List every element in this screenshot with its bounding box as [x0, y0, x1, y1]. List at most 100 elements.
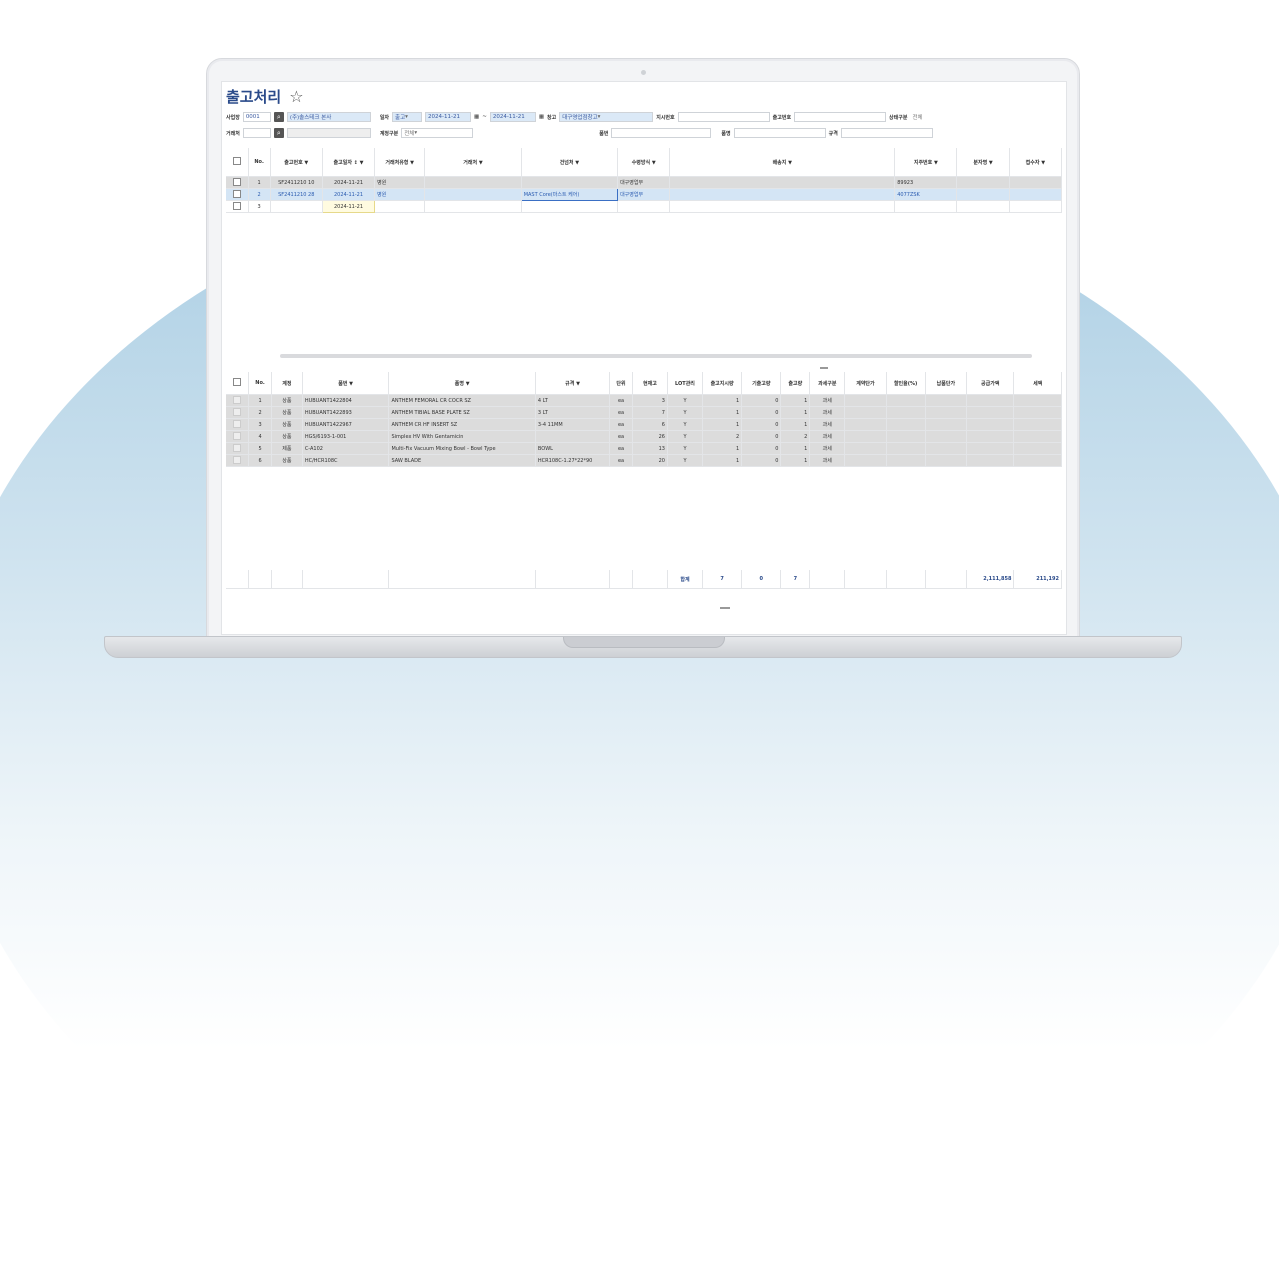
col-header[interactable]: LOT관리 — [667, 372, 704, 395]
search-icon[interactable]: ⌕ — [273, 112, 284, 122]
outbound-header-grid: No. 출고번호 ▼ 출고일자 ↕ ▼ 거래처유형 ▼ 거래처 ▼ 건넘처 ▼ … — [226, 148, 1063, 213]
cell-lot: Y — [667, 430, 704, 443]
table-row[interactable]: 2 상품 HUBUANT1422893 ANTHEM TIBIAL BASE PLAT… — [226, 406, 1062, 419]
row-checkbox[interactable] — [226, 176, 249, 189]
col-header[interactable]: 계정 — [271, 372, 303, 395]
row-checkbox[interactable] — [226, 454, 250, 467]
table-row[interactable]: 1 SF2411210 10 2024-11-21 병원 대구영업부 89923 — [226, 176, 1063, 189]
col-header[interactable]: 출고지시량 — [702, 372, 743, 395]
spec-input[interactable] — [840, 128, 933, 138]
cell-unit: ea — [609, 394, 633, 407]
col-header[interactable]: 거래처유형 ▼ — [374, 148, 426, 177]
col-header[interactable]: 현재고 — [632, 372, 668, 395]
select-all-checkbox[interactable] — [226, 148, 249, 177]
col-header[interactable]: 배송지 ▼ — [669, 148, 896, 177]
col-header[interactable]: 지주번호 ▼ — [894, 148, 958, 177]
col-header[interactable]: 계약단가 — [844, 372, 887, 395]
col-header[interactable]: 접수자 ▼ — [1009, 148, 1063, 177]
cell-spec: HCR108C-1.27*22*90 — [535, 454, 611, 467]
table-row[interactable]: 3 2024-11-21 — [226, 200, 1063, 213]
col-header[interactable]: 과세구분 — [809, 372, 846, 395]
filter-panel: 사업장 0001 ⌕ (주)솔스테크 본사 일자 출고 2024-11-21 ▦… — [226, 110, 1062, 142]
col-header[interactable]: 납품단가 — [925, 372, 968, 395]
cell-blurred — [925, 442, 968, 455]
cell-spec: BOWL — [535, 442, 611, 455]
col-header[interactable]: 단위 — [609, 372, 633, 395]
col-header[interactable]: 출고량 — [780, 372, 811, 395]
cell-name: Simplex HV With Gentamicin — [388, 430, 536, 443]
cell-qty: 1 — [780, 406, 811, 419]
select-all-checkbox[interactable] — [226, 372, 250, 395]
cell-blurred — [844, 454, 887, 467]
splitter-grip-icon[interactable] — [720, 607, 730, 609]
summary-order-total: 7 — [702, 570, 743, 589]
cell-order: 1 — [702, 394, 743, 407]
table-row[interactable]: 3 상품 HUBUANT1422967 ANTHEM CR HF INSERT SZ 3… — [226, 418, 1062, 431]
warehouse-select[interactable]: 대구영업점창고 — [559, 112, 654, 122]
table-row[interactable]: 6 상품 HC/HCR108C SAW BLADE HCR108C-1.27*22*90… — [226, 454, 1062, 467]
cell-lot: Y — [667, 394, 704, 407]
cell-blurred — [886, 430, 926, 443]
col-header[interactable]: 규격 ▼ — [535, 372, 611, 395]
table-row[interactable]: 1 상품 HUBUANT1422804 ANTHEM FEMORAL CR COCR … — [226, 394, 1062, 407]
col-header[interactable]: 품번 ▼ — [302, 372, 390, 395]
cell-blurred — [966, 442, 1015, 455]
star-outline-icon[interactable]: ☆ — [289, 87, 303, 106]
row-checkbox[interactable] — [226, 418, 250, 431]
date-from-input[interactable]: 2024-11-21 — [425, 112, 472, 122]
order-no-input[interactable] — [677, 112, 770, 122]
cell-name: ANTHEM CR HF INSERT SZ — [388, 418, 536, 431]
row-checkbox[interactable] — [226, 394, 250, 407]
customer-label: 거래처 — [226, 130, 240, 137]
cell-name: ANTHEM FEMORAL CR COCR SZ — [388, 394, 536, 407]
summary-row: 합계 7 0 7 2,111,858 211,192 — [226, 570, 1062, 589]
search-icon[interactable]: ⌕ — [273, 128, 284, 138]
calendar-icon[interactable]: ▦ — [539, 114, 544, 120]
site-code-input[interactable]: 0001 — [242, 112, 271, 122]
cell-name: ANTHEM TIBIAL BASE PLATE SZ — [388, 406, 536, 419]
col-header[interactable]: 품명 ▼ — [388, 372, 536, 395]
table-row[interactable]: 5 제품 C-A102 Multi-Fix Vacuum Mixing Bowl - … — [226, 442, 1062, 455]
item-label: 품번 — [599, 130, 609, 137]
cell-blurred — [925, 430, 968, 443]
laptop-base — [104, 636, 1182, 658]
row-checkbox[interactable] — [226, 200, 249, 213]
cell-tax: 과세 — [809, 454, 846, 467]
row-checkbox[interactable] — [226, 442, 250, 455]
col-header[interactable]: 출고번호 ▼ — [270, 148, 323, 177]
out-no-input[interactable] — [794, 112, 887, 122]
date-to-input[interactable]: 2024-11-21 — [489, 112, 536, 122]
col-header[interactable]: No. — [248, 372, 272, 395]
col-header[interactable]: 분자명 ▼ — [956, 148, 1010, 177]
cell-no: 5 — [248, 442, 272, 455]
row-checkbox[interactable] — [226, 430, 250, 443]
col-header[interactable]: 수령방식 ▼ — [617, 148, 671, 177]
cell-item: HC/HCR108C — [302, 454, 390, 467]
col-header[interactable]: No. — [248, 148, 271, 177]
cell-no: 6 — [248, 454, 272, 467]
cell-prev: 0 — [741, 442, 782, 455]
table-row[interactable]: 4 상품 HGS/6193-1-001 Simplex HV With Gentami… — [226, 430, 1062, 443]
status-value[interactable]: 전체 — [910, 112, 937, 122]
col-header[interactable]: 세액 — [1013, 372, 1062, 395]
col-header[interactable]: 거래처 ▼ — [424, 148, 522, 177]
account-type-select[interactable]: 전체 — [401, 128, 474, 138]
item-input[interactable] — [611, 128, 712, 138]
splitter-grip-icon[interactable] — [820, 367, 828, 369]
date-type-select[interactable]: 출고 — [392, 112, 423, 122]
row-checkbox[interactable] — [226, 406, 250, 419]
customer-code-input[interactable] — [242, 128, 271, 138]
table-row[interactable]: 2 SF2411210 28 2024-11-21 병원 MAST Core(마… — [226, 188, 1063, 201]
col-header[interactable]: 공급가액 — [966, 372, 1015, 395]
cell-unit: ea — [609, 454, 633, 467]
col-header[interactable]: 할인율(%) — [886, 372, 926, 395]
col-header[interactable]: 건넘처 ▼ — [521, 148, 619, 177]
col-header[interactable]: 기출고량 — [741, 372, 782, 395]
col-header[interactable]: 출고일자 ↕ ▼ — [322, 148, 376, 177]
item-name-input[interactable] — [733, 128, 826, 138]
horizontal-scrollbar[interactable] — [280, 354, 1032, 358]
cell-item: HUBUANT1422893 — [302, 406, 390, 419]
row-checkbox[interactable] — [226, 188, 249, 201]
calendar-icon[interactable]: ▦ — [474, 114, 479, 120]
cell-acct: 상품 — [271, 430, 303, 443]
